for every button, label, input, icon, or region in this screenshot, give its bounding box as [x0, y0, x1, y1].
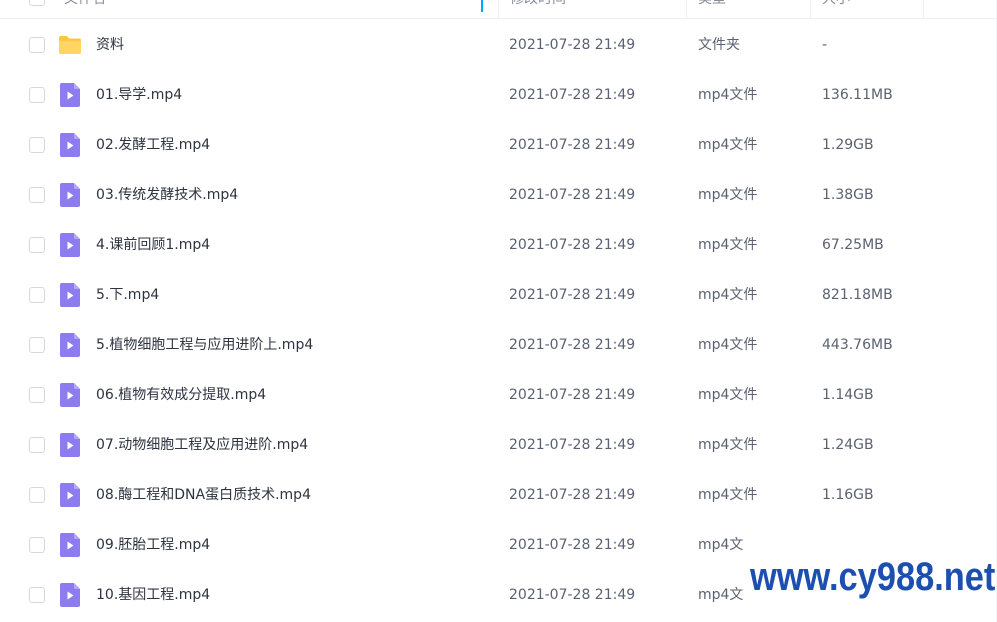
file-name[interactable]: 4.课前回顾1.mp4 [96, 220, 210, 270]
column-divider[interactable] [686, 0, 687, 18]
table-row[interactable]: 06.植物有效成分提取.mp4 2021-07-28 21:49 mp4文件 1.14… [10, 370, 987, 420]
sort-arrow-icon[interactable] [481, 0, 483, 12]
file-type: mp4文件 [698, 387, 758, 403]
video-file-icon [60, 483, 80, 507]
table-row[interactable]: 02.发酵工程.mp4 2021-07-28 21:49 mp4文件 1.29GB [10, 120, 987, 170]
file-type: 文件夹 [698, 37, 740, 53]
table-row[interactable]: 07.动物细胞工程及应用进阶.mp4 2021-07-28 21:49 mp4文件 1… [10, 420, 987, 470]
file-size: 1.24GB [822, 437, 874, 453]
row-checkbox[interactable] [29, 337, 45, 353]
column-divider[interactable] [923, 0, 924, 18]
file-size: - [822, 37, 828, 53]
file-name[interactable]: 08.酶工程和DNA蛋白质技术.mp4 [96, 470, 311, 520]
row-checkbox[interactable] [29, 437, 45, 453]
file-list-header: 文件名 修改时间 类型 大小 [0, 0, 997, 19]
video-file-icon [60, 433, 80, 457]
file-size: 136.11MB [822, 87, 893, 103]
file-type: mp4文件 [698, 87, 758, 103]
file-name[interactable]: 资料 [96, 20, 124, 70]
video-file-icon [60, 583, 80, 607]
video-file-icon [60, 233, 80, 257]
file-type: mp4文件 [698, 437, 758, 453]
table-row[interactable]: 4.课前回顾1.mp4 2021-07-28 21:49 mp4文件 67.25MB [10, 220, 987, 270]
video-file-icon [60, 383, 80, 407]
file-name[interactable]: 06.植物有效成分提取.mp4 [96, 370, 266, 420]
video-file-icon [60, 283, 80, 307]
table-row[interactable]: 5.植物细胞工程与应用进阶上.mp4 2021-07-28 21:49 mp4文件 4… [10, 320, 987, 370]
file-type: mp4文件 [698, 137, 758, 153]
row-checkbox[interactable] [29, 487, 45, 503]
table-row[interactable]: 01.导学.mp4 2021-07-28 21:49 mp4文件 136.11MB [10, 70, 987, 120]
file-name[interactable]: 5.下.mp4 [96, 270, 159, 320]
file-size: 443.76MB [822, 337, 893, 353]
file-name[interactable]: 02.发酵工程.mp4 [96, 120, 210, 170]
file-name[interactable]: 10.基因工程.mp4 [96, 570, 210, 620]
table-row[interactable]: 5.下.mp4 2021-07-28 21:49 mp4文件 821.18MB [10, 270, 987, 320]
table-row[interactable]: 03.传统发酵技术.mp4 2021-07-28 21:49 mp4文件 1.38GB [10, 170, 987, 220]
column-header-size[interactable]: 大小 [822, 0, 912, 18]
modified-time: 2021-07-28 21:49 [509, 387, 636, 403]
file-name[interactable]: 03.传统发酵技术.mp4 [96, 170, 238, 220]
video-file-icon [60, 133, 80, 157]
row-checkbox[interactable] [29, 187, 45, 203]
file-size: 1.29GB [822, 137, 874, 153]
file-size: 67.25MB [822, 237, 884, 253]
modified-time: 2021-07-28 21:49 [509, 137, 636, 153]
table-row[interactable]: 资料 2021-07-28 21:49 文件夹 - [10, 20, 987, 70]
modified-time: 2021-07-28 21:49 [509, 187, 636, 203]
file-type: mp4文 [698, 537, 744, 553]
modified-time: 2021-07-28 21:49 [509, 287, 636, 303]
file-size: 1.16GB [822, 487, 874, 503]
modified-time: 2021-07-28 21:49 [509, 87, 636, 103]
file-type: mp4文件 [698, 187, 758, 203]
row-checkbox[interactable] [29, 587, 45, 603]
modified-time: 2021-07-28 21:49 [509, 337, 636, 353]
video-file-icon [60, 83, 80, 107]
file-type: mp4文件 [698, 337, 758, 353]
file-list-page: 文件名 修改时间 类型 大小 资料 2021-07-28 21:49 文件夹 - 01.… [0, 0, 997, 622]
row-checkbox[interactable] [29, 537, 45, 553]
file-size: 1.14GB [822, 387, 874, 403]
modified-time: 2021-07-28 21:49 [509, 587, 636, 603]
row-checkbox[interactable] [29, 37, 45, 53]
folder-icon [58, 35, 81, 59]
file-list: 资料 2021-07-28 21:49 文件夹 - 01.导学.mp4 2021-07-2… [10, 20, 987, 620]
file-size: 821.18MB [822, 287, 893, 303]
row-checkbox[interactable] [29, 287, 45, 303]
row-checkbox[interactable] [29, 137, 45, 153]
row-checkbox[interactable] [29, 387, 45, 403]
modified-time: 2021-07-28 21:49 [509, 437, 636, 453]
video-file-icon [60, 333, 80, 357]
modified-time: 2021-07-28 21:49 [509, 537, 636, 553]
modified-time: 2021-07-28 21:49 [509, 487, 636, 503]
select-all-checkbox[interactable] [29, 0, 45, 6]
table-row[interactable]: 08.酶工程和DNA蛋白质技术.mp4 2021-07-28 21:49 mp4文件… [10, 470, 987, 520]
column-header-time[interactable]: 修改时间 [510, 0, 680, 18]
file-name[interactable]: 01.导学.mp4 [96, 70, 182, 120]
modified-time: 2021-07-28 21:49 [509, 37, 636, 53]
row-checkbox[interactable] [29, 87, 45, 103]
row-checkbox[interactable] [29, 237, 45, 253]
file-type: mp4文件 [698, 287, 758, 303]
file-type: mp4文 [698, 587, 744, 603]
column-header-name[interactable]: 文件名 [64, 0, 474, 18]
watermark-text: www.cy988.net [750, 555, 996, 599]
column-divider[interactable] [810, 0, 811, 18]
modified-time: 2021-07-28 21:49 [509, 237, 636, 253]
video-file-icon [60, 183, 80, 207]
file-name[interactable]: 5.植物细胞工程与应用进阶上.mp4 [96, 320, 313, 370]
file-type: mp4文件 [698, 487, 758, 503]
column-divider[interactable] [498, 0, 499, 18]
video-file-icon [60, 533, 80, 557]
column-header-type[interactable]: 类型 [698, 0, 798, 18]
file-type: mp4文件 [698, 237, 758, 253]
file-size: 1.38GB [822, 187, 874, 203]
file-name[interactable]: 07.动物细胞工程及应用进阶.mp4 [96, 420, 308, 470]
file-name[interactable]: 09.胚胎工程.mp4 [96, 520, 210, 570]
